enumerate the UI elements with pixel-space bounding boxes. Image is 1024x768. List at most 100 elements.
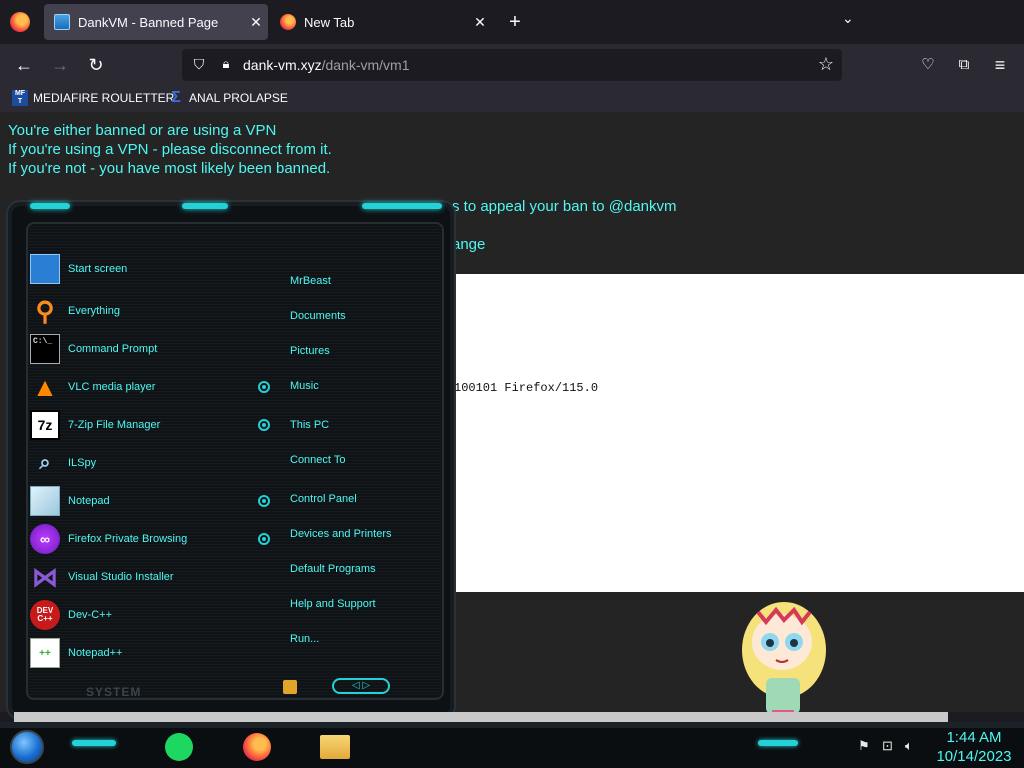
folder-icon	[320, 735, 350, 759]
user-agent-text: 100101 Firefox/115.0	[454, 381, 599, 395]
url-text[interactable]: dank-vm.xyz/dank-vm/vm1	[243, 57, 410, 73]
notepadpp-icon: ++	[30, 638, 60, 668]
taskbar-spotify[interactable]	[162, 730, 196, 764]
message-fragment: ange	[452, 236, 486, 253]
url-bar[interactable]: ⛉ 🔒︎ dank-vm.xyz/dank-vm/vm1 ☆	[182, 49, 842, 81]
7zip-icon: 7z	[30, 410, 60, 440]
back-arrow-icon[interactable]: ←	[12, 53, 36, 77]
magnifier-icon: ⚲	[35, 295, 55, 326]
bookmarks-toolbar: MF T MEDIAFIRE ROULETTER Σ ANAL PROLAPSE	[0, 86, 1024, 112]
forward-arrow-icon[interactable]: →	[48, 53, 72, 77]
program-everything[interactable]: ⚲ Everything	[30, 294, 270, 328]
taskbar-firefox[interactable]	[240, 730, 274, 764]
program-devcpp[interactable]: DEV C++ Dev-C++	[30, 598, 270, 632]
place-help-support[interactable]: Help and Support	[290, 598, 376, 610]
menu-nav-arrows-icon[interactable]: ◁ ▷	[332, 678, 390, 694]
ban-message-line: You're either banned or are using a VPN	[8, 122, 277, 139]
decor-light	[758, 740, 798, 746]
new-tab-plus-icon[interactable]: +	[503, 8, 527, 36]
firefox-icon	[280, 14, 296, 30]
place-music[interactable]: Music	[290, 380, 319, 392]
extensions-icon[interactable]: ⧉	[952, 53, 976, 77]
system-label: SYSTEM	[86, 685, 142, 699]
place-this-pc[interactable]: This PC	[290, 419, 329, 431]
program-start-screen[interactable]: Start screen	[30, 252, 270, 286]
place-run[interactable]: Run...	[290, 633, 319, 645]
close-icon[interactable]: ✕	[244, 14, 268, 31]
bookmark-second[interactable]: Σ ANAL PROLAPSE	[168, 90, 288, 106]
firefox-icon	[243, 733, 271, 761]
program-notepadpp[interactable]: ++ Notepad++	[30, 636, 270, 670]
place-devices-printers[interactable]: Devices and Printers	[290, 528, 392, 540]
taskbar-clock[interactable]: 1:44 AM 10/14/2023	[932, 728, 1016, 766]
program-7zip[interactable]: 7z 7-Zip File Manager	[30, 408, 270, 442]
flag-icon[interactable]: ⚑	[858, 738, 870, 754]
desktop-character-sticker	[742, 602, 826, 720]
submenu-arrow-icon[interactable]	[258, 533, 270, 545]
decor-light	[72, 740, 116, 746]
cmd-icon: C:\_	[30, 334, 60, 364]
place-default-programs[interactable]: Default Programs	[290, 563, 376, 575]
start-orb-icon[interactable]	[10, 730, 44, 764]
decor-light	[362, 203, 442, 209]
tab-bar: DankVM - Banned Page ✕ New Tab ✕ + ⌄	[0, 0, 1024, 44]
reload-icon[interactable]: ↻	[84, 53, 108, 77]
decor-light	[182, 203, 228, 209]
sigma-icon: Σ	[171, 89, 181, 106]
monitor-icon	[54, 14, 70, 30]
horizontal-scrollbar[interactable]	[14, 712, 948, 722]
tab-dankvm[interactable]: DankVM - Banned Page ✕	[44, 4, 268, 40]
program-notepad[interactable]: Notepad	[30, 484, 270, 518]
spotify-icon	[165, 733, 193, 761]
ilspy-icon: ⌕	[39, 451, 51, 474]
place-pictures[interactable]: Pictures	[290, 345, 330, 357]
shield-icon[interactable]: ⛉	[190, 56, 208, 74]
ban-message-line: If you're not - you have most likely bee…	[8, 160, 331, 177]
notepad-icon	[30, 486, 60, 516]
power-icon[interactable]	[283, 680, 297, 694]
clock-date: 10/14/2023	[936, 748, 1012, 765]
tab-title: New Tab	[304, 14, 355, 30]
place-connect-to[interactable]: Connect To	[290, 454, 345, 466]
bookmark-mediafire[interactable]: MF T MEDIAFIRE ROULETTER	[12, 90, 174, 106]
start-screen-icon	[30, 254, 60, 284]
program-vlc[interactable]: ▲ VLC media player	[30, 370, 270, 404]
taskbar-file-explorer[interactable]	[318, 730, 352, 764]
pocket-icon[interactable]: ♡	[916, 53, 940, 77]
network-icon[interactable]: ⊡	[882, 738, 893, 754]
appeal-message-fragment: s to appeal your ban to @dankvm	[452, 198, 677, 215]
lock-icon[interactable]: 🔒︎	[217, 56, 235, 74]
chevron-down-icon[interactable]: ⌄	[842, 10, 854, 27]
taskbar-decor-strip	[0, 722, 1024, 728]
devcpp-icon: DEV C++	[30, 600, 60, 630]
hamburger-menu-icon[interactable]: ≡	[988, 53, 1012, 77]
submenu-arrow-icon[interactable]	[258, 381, 270, 393]
firefox-view-icon[interactable]	[10, 12, 30, 32]
ban-message-line: If you're using a VPN - please disconnec…	[8, 141, 332, 158]
volume-icon[interactable]: 🔈︎	[905, 738, 913, 754]
submenu-arrow-icon[interactable]	[258, 419, 270, 431]
program-command-prompt[interactable]: C:\_ Command Prompt	[30, 332, 270, 366]
user-agent-box: 100101 Firefox/115.0	[454, 274, 1024, 592]
visual-studio-icon: ⋈	[32, 561, 58, 592]
program-visual-studio-installer[interactable]: ⋈ Visual Studio Installer	[30, 560, 270, 594]
program-firefox-private[interactable]: ∞ Firefox Private Browsing	[30, 522, 270, 556]
clock-time: 1:44 AM	[946, 729, 1002, 746]
decor-light	[30, 203, 70, 209]
start-menu: Start screen ⚲ Everything C:\_ Command P…	[6, 200, 456, 720]
vlc-cone-icon: ▲	[32, 371, 58, 402]
taskbar	[0, 722, 1024, 768]
tab-new-tab[interactable]: New Tab ✕	[270, 4, 492, 40]
place-documents[interactable]: Documents	[290, 310, 346, 322]
mediafire-icon: MF T	[12, 90, 28, 106]
navigation-toolbar: ← → ↻ ⛉ 🔒︎ dank-vm.xyz/dank-vm/vm1 ☆ ♡ ⧉…	[0, 44, 1024, 86]
program-list: Start screen ⚲ Everything C:\_ Command P…	[30, 225, 236, 668]
firefox-private-icon: ∞	[30, 524, 60, 554]
bookmark-star-icon[interactable]: ☆	[818, 54, 834, 75]
program-ilspy[interactable]: ⌕ ILSpy	[30, 446, 270, 480]
submenu-arrow-icon[interactable]	[258, 495, 270, 507]
tab-title: DankVM - Banned Page	[78, 14, 219, 30]
place-mrbeast[interactable]: MrBeast	[290, 275, 331, 287]
place-control-panel[interactable]: Control Panel	[290, 493, 357, 505]
close-icon[interactable]: ✕	[468, 14, 492, 31]
